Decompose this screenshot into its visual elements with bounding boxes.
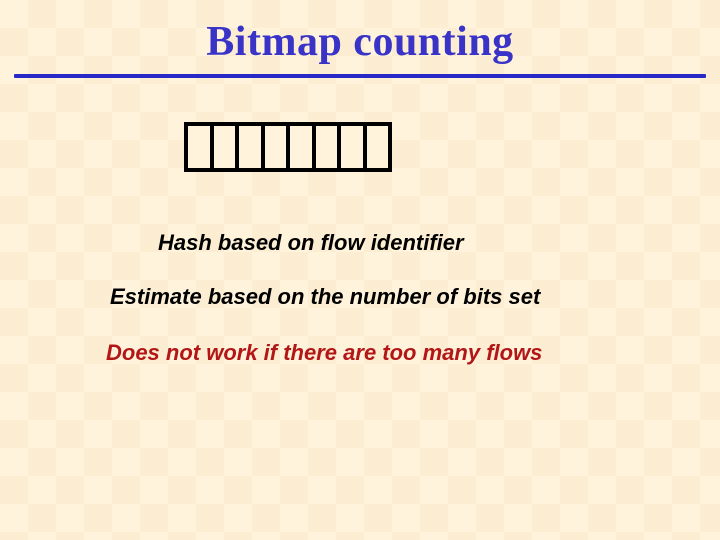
slide: Bitmap counting Hash based on flow ident…: [0, 0, 720, 540]
caption-warning: Does not work if there are too many flow…: [106, 340, 720, 366]
slide-title: Bitmap counting: [0, 0, 720, 66]
bitmap-diagram: [184, 122, 392, 172]
bitmap-cell: [341, 126, 367, 168]
caption-estimate: Estimate based on the number of bits set: [110, 284, 720, 310]
bitmap-cell: [214, 126, 240, 168]
title-underline: [14, 74, 706, 78]
bitmap-cell: [316, 126, 342, 168]
bitmap-cell: [265, 126, 291, 168]
bitmap-cell: [239, 126, 265, 168]
bitmap-cell: [290, 126, 316, 168]
caption-hash: Hash based on flow identifier: [158, 230, 720, 256]
bitmap-cell: [188, 126, 214, 168]
bitmap-cell: [367, 126, 389, 168]
